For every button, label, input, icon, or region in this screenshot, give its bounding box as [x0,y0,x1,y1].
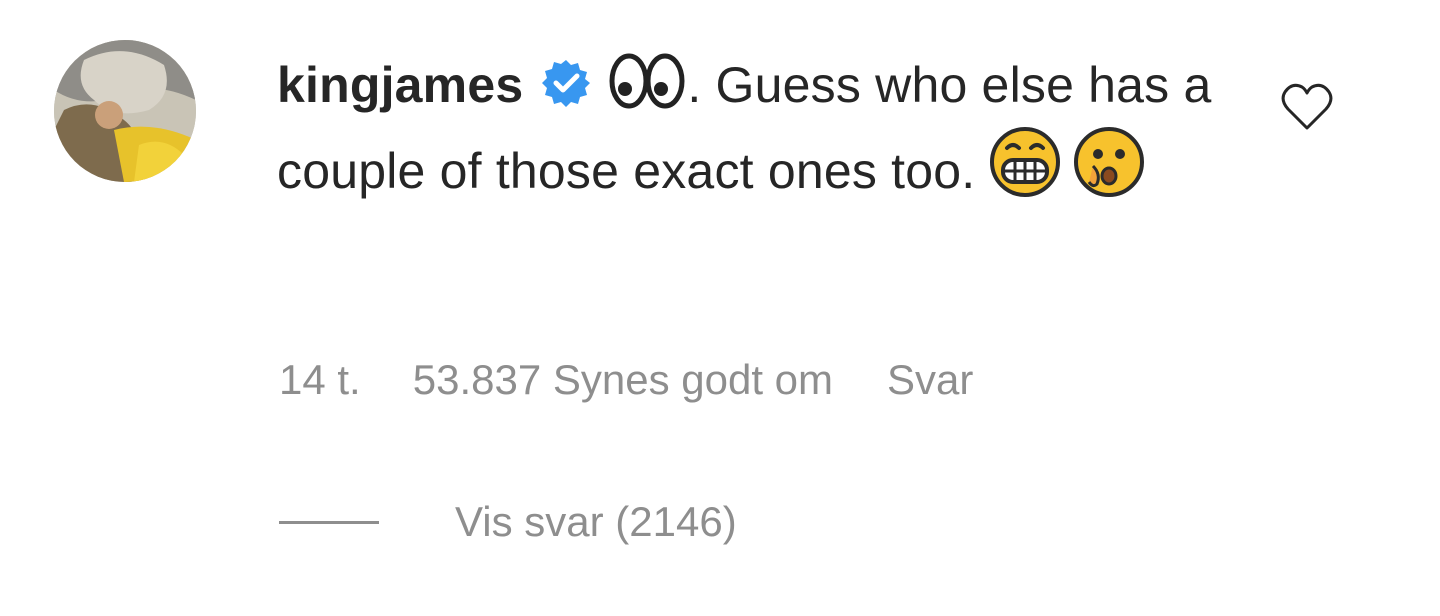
comment: kingjames . Guess who else has a couple … [0,0,1440,616]
avatar[interactable] [54,40,196,182]
likes-count[interactable]: 53.837 Synes godt om [413,350,833,410]
comment-text: kingjames . Guess who else has a couple … [277,44,1227,212]
comment-meta: 14 t. 53.837 Synes godt om Svar [279,350,973,410]
view-replies-label: Vis svar (2146) [455,498,737,545]
replies-divider [279,521,379,525]
grimacing-emoji [989,126,1061,198]
hushed-emoji [1073,126,1145,198]
avatar-image [54,40,196,182]
verified-badge-icon [541,50,591,107]
comment-timestamp[interactable]: 14 t. [279,350,361,410]
username[interactable]: kingjames [277,57,523,113]
view-replies-button[interactable]: Vis svar (2146) [279,492,737,552]
reply-button[interactable]: Svar [887,350,973,410]
eyes-emoji [609,50,687,112]
heart-outline-icon[interactable] [1280,82,1334,132]
